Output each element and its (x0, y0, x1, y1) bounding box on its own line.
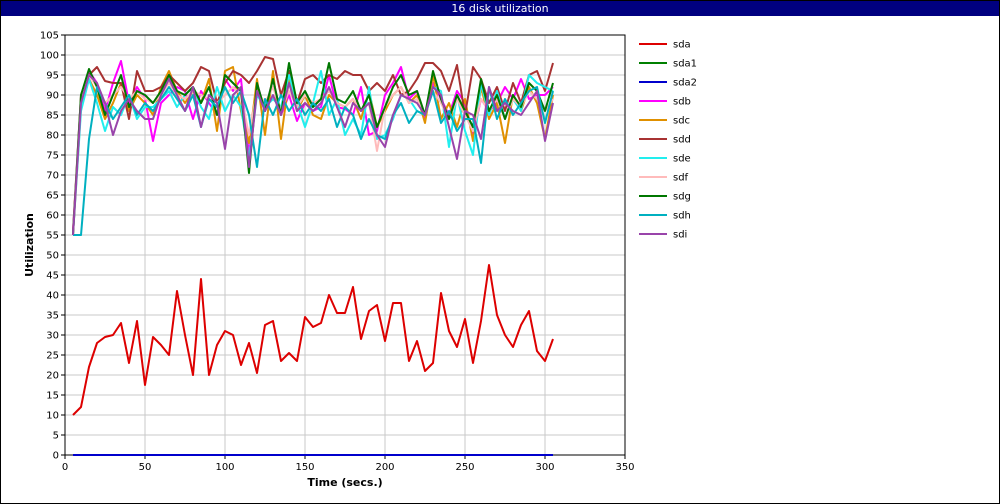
y-tick-label: 5 (53, 431, 59, 442)
legend-label-sdb: sdb (673, 97, 691, 108)
y-tick-label: 65 (46, 191, 59, 202)
x-tick-label: 50 (139, 462, 152, 473)
legend-label-sdc: sdc (673, 116, 690, 127)
legend-label-sdd: sdd (673, 135, 691, 146)
y-tick-label: 20 (46, 371, 59, 382)
y-tick-label: 95 (46, 71, 59, 82)
legend-label-sda1: sda1 (673, 59, 697, 70)
legend-label-sda: sda (673, 40, 691, 51)
y-tick-label: 40 (46, 291, 59, 302)
x-axis-ticks: 0 50 100 150 200 250 300 350 (62, 455, 635, 473)
y-tick-label: 10 (46, 411, 59, 422)
y-tick-label: 55 (46, 231, 59, 242)
y-tick-label: 30 (46, 331, 59, 342)
x-tick-label: 150 (295, 462, 314, 473)
y-axis-ticks: 0 5 10 15 20 25 30 35 40 45 50 55 60 65 70 75 80 85 90 95 10… (40, 31, 65, 462)
x-tick-label: 200 (375, 462, 394, 473)
x-tick-label: 100 (215, 462, 234, 473)
y-tick-label: 80 (46, 131, 59, 142)
y-tick-label: 100 (40, 51, 59, 62)
x-tick-label: 350 (615, 462, 634, 473)
legend-label-sde: sde (673, 154, 691, 165)
legend-label-sdf: sdf (673, 173, 689, 184)
y-tick-label: 50 (46, 251, 59, 262)
legend-label-sdi: sdi (673, 230, 687, 241)
x-tick-label: 0 (62, 462, 68, 473)
x-tick-label: 300 (535, 462, 554, 473)
legend-label-sdh: sdh (673, 211, 691, 222)
y-tick-label: 90 (46, 91, 59, 102)
y-tick-label: 105 (40, 31, 59, 42)
y-tick-label: 45 (46, 271, 59, 282)
y-tick-label: 70 (46, 171, 59, 182)
y-tick-label: 0 (53, 451, 59, 462)
x-tick-label: 250 (455, 462, 474, 473)
legend-label-sda2: sda2 (673, 78, 697, 89)
y-tick-label: 60 (46, 211, 59, 222)
y-tick-label: 25 (46, 351, 59, 362)
y-tick-label: 15 (46, 391, 59, 402)
y-axis-label: Utilization (23, 213, 36, 277)
legend: sda sda1 sda2 sdb sdc sdd sde sdf sdg sdh sdi (639, 40, 697, 241)
y-tick-label: 35 (46, 311, 59, 322)
line-chart: 0 5 10 15 20 25 30 35 40 45 50 55 60 65 70 75 80 85 90 95 10… (23, 31, 697, 490)
y-tick-label: 85 (46, 111, 59, 122)
y-tick-label: 75 (46, 151, 59, 162)
x-axis-label: Time (secs.) (307, 476, 382, 489)
legend-label-sdg: sdg (673, 192, 691, 203)
